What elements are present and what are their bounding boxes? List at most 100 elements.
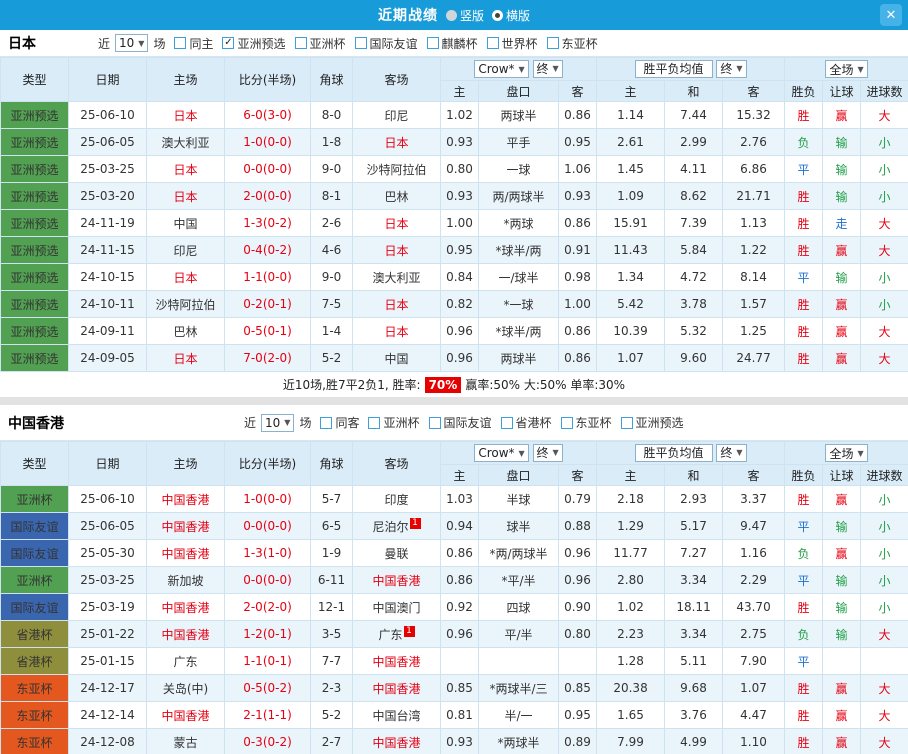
match-row: 亚洲杯 25-06-10 中国香港 1-0(0-0) 5-7 印度 1.03 半球 0.79 2.… [0,485,908,513]
section-divider [0,397,908,405]
avg-draw-odds: 5.32 [664,317,724,345]
corner-score: 5-2 [310,701,353,729]
close-icon[interactable]: ✕ [880,4,902,26]
match-date: 25-05-30 [68,539,147,567]
away-odds: 0.96 [557,566,598,594]
checkbox-icon [428,416,441,429]
avg-home-odds: 2.80 [596,566,666,594]
filter-checkbox[interactable]: 世界杯 [486,35,538,52]
avg-home-odds: 1.34 [596,263,666,291]
odds-source-value: Crow* [478,446,515,461]
home-odds: 0.86 [440,566,479,594]
home-odds: 0.84 [440,263,479,291]
match-score: 0-3(0-2) [224,728,311,754]
col-header-date: 日期 [68,57,147,102]
filter-checkbox[interactable]: 亚洲杯 [368,414,420,431]
handicap-line: *两/两球半 [478,539,559,567]
avg-draw-odds: 18.11 [664,593,724,621]
home-team: 巴林 [146,317,225,345]
odds-final-select[interactable]: 终 ▼ [532,443,563,462]
checkbox-label: 同主 [189,36,214,51]
match-score: 2-0(2-0) [224,593,311,621]
avg-away-odds: 15.32 [722,101,786,129]
match-date: 25-03-25 [68,566,147,594]
filter-checkbox[interactable]: 同客 [320,414,359,431]
layout-option-vertical[interactable]: 竖版 [445,7,484,24]
col-header-avg-home: 主 [596,80,666,102]
filter-checkbox[interactable]: 东亚杯 [546,35,598,52]
odds-source-select[interactable]: Crow* ▼ [474,60,529,79]
odds-final-select[interactable]: 终 ▼ [532,59,563,78]
match-date: 25-03-20 [68,182,147,210]
filter-checkbox[interactable]: 国际友谊 [428,414,492,431]
goals-result-value: 小 [860,155,908,183]
team-name: 中国香港 [8,415,64,432]
recent-count-value: 10 [265,415,281,430]
col-header-home-odds: 主 [440,80,479,102]
away-odds: 0.90 [557,593,598,621]
match-row: 亚洲预选 24-09-11 巴林 0-5(0-1) 1-4 日本 0.96 *球半/两 0.86… [0,317,908,345]
filter-checkbox[interactable]: 省港杯 [500,414,552,431]
section-header-japan: 日本 近 10 ▼ 场 同主 ✓ 亚洲预选 亚洲杯 国际友谊 麒麟杯 世界杯 东亚杯 [0,30,908,57]
away-team: 印尼 [352,101,441,129]
recent-count-select[interactable]: 10 ▼ [115,34,149,52]
goals-result-value: 小 [860,290,908,318]
goals-result-value: 小 [860,566,908,594]
match-row: 亚洲预选 25-06-05 澳大利亚 1-0(0-0) 1-8 日本 0.93 平手 0.95 2… [0,128,908,156]
layout-option-horizontal[interactable]: 横版 [492,7,530,24]
avg-draw-odds: 3.34 [664,620,724,648]
handicap-result-value: 输 [822,182,862,210]
match-row: 亚洲预选 24-11-19 中国 1-3(0-2) 2-6 日本 1.00 *两球 0.86 15… [0,209,908,237]
match-date: 25-06-10 [68,101,147,129]
col-header-avg-draw: 和 [664,464,724,486]
away-odds: 0.79 [557,485,598,513]
filter-checkbox[interactable]: 同主 [174,35,213,52]
avg-final-select[interactable]: 终 ▼ [716,443,747,462]
match-date: 24-12-08 [68,728,147,754]
avg-away-odds: 7.90 [722,647,786,675]
col-header-goals: 进球数 [860,464,908,486]
scope-select[interactable]: 全场 ▼ [825,60,868,78]
section-header-hongkong: 中国香港 近 10 ▼ 场 同客 亚洲杯 国际友谊 省港杯 东亚杯 亚洲预选 [0,405,908,441]
corner-score: 4-6 [310,236,353,264]
checkbox-label: 世界杯 [501,36,538,51]
filter-checkbox[interactable]: 亚洲预选 [620,414,684,431]
col-header-home: 主场 [146,57,225,102]
col-header-avg-home: 主 [596,464,666,486]
odds-source-select[interactable]: Crow* ▼ [474,444,529,463]
avg-draw-odds: 4.11 [664,155,724,183]
avg-draw-odds: 5.11 [664,647,724,675]
avg-draw-odds: 3.34 [664,566,724,594]
filter-checkbox[interactable]: ✓ 亚洲预选 [222,35,286,52]
avg-draw-odds: 5.84 [664,236,724,264]
match-row: 亚洲预选 24-10-11 沙特阿拉伯 0-2(0-1) 7-5 日本 0.82 *一球 1.0… [0,290,908,318]
filter-checkbox[interactable]: 亚洲杯 [294,35,346,52]
near-label: 近 [98,36,111,51]
filter-checkbox[interactable]: 国际友谊 [354,35,418,52]
avg-draw-odds: 7.44 [664,101,724,129]
avg-away-odds: 1.57 [722,290,786,318]
layout-option-label: 横版 [506,8,531,23]
handicap-line: *两球半/三 [478,674,559,702]
home-team: 日本 [146,263,225,291]
goals-result-value: 大 [860,317,908,345]
avg-final-select[interactable]: 终 ▼ [716,59,747,78]
scope-select[interactable]: 全场 ▼ [825,444,868,462]
handicap-line: 两/两球半 [478,182,559,210]
filter-checkbox[interactable]: 麒麟杯 [426,35,478,52]
match-date: 24-10-15 [68,263,147,291]
col-header-away: 客场 [352,57,441,102]
avg-draw-odds: 3.78 [664,290,724,318]
result-value: 胜 [784,728,824,754]
match-date: 25-06-10 [68,485,147,513]
avg-home-odds: 2.61 [596,128,666,156]
avg-away-odds: 2.76 [722,128,786,156]
goals-result-value: 大 [860,101,908,129]
recent-count-select[interactable]: 10 ▼ [261,413,295,432]
away-team: 日本 [352,128,441,156]
filter-checkbox[interactable]: 东亚杯 [560,414,612,431]
checkbox-label: 国际友谊 [443,416,492,430]
avg-away-odds: 1.16 [722,539,786,567]
corner-score: 1-9 [310,539,353,567]
col-header-away-odds: 客 [557,80,598,102]
